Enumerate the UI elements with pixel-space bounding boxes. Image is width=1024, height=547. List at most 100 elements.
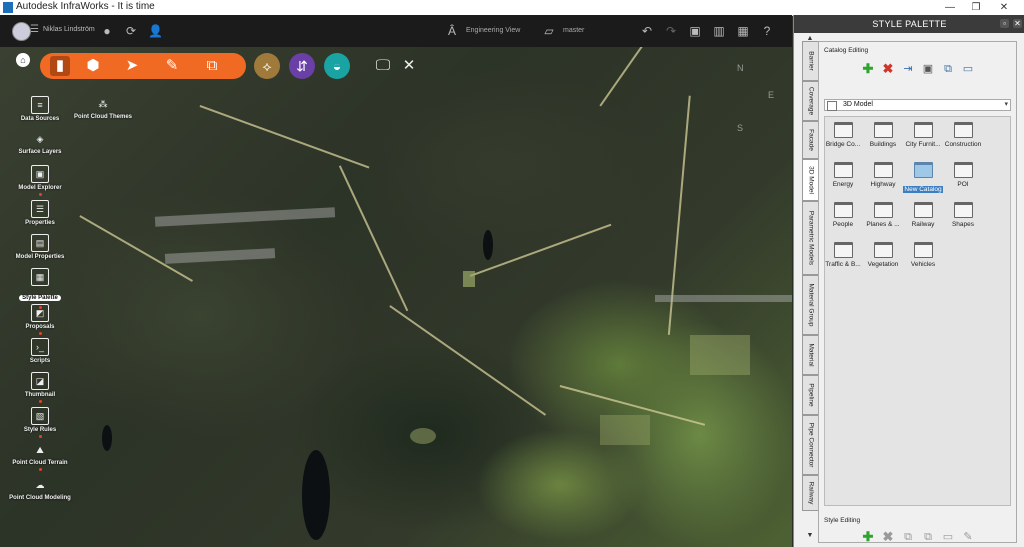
select-icon[interactable]: ➤ [122, 56, 142, 76]
create-icon[interactable]: ⬢ [83, 56, 103, 76]
infraworks-app-icon [3, 2, 13, 13]
roads-icon[interactable]: ⟡ [254, 53, 280, 79]
proposal-selector[interactable]: master [563, 27, 584, 34]
menu-icon[interactable]: ☰ [30, 24, 39, 35]
left-item-proposals[interactable]: ◩ Proposals [5, 304, 75, 335]
edit-style-icon[interactable]: ✎ [961, 530, 975, 544]
export-style-icon[interactable]: ▭ [941, 530, 955, 544]
left-item-point-cloud-modeling[interactable]: ☁ Point Cloud Modeling [5, 477, 75, 501]
delete-style-icon[interactable]: ✖ [881, 530, 895, 544]
copy-icon[interactable]: ⧉ [202, 56, 222, 76]
help-icon[interactable]: ? [760, 24, 774, 38]
delete-catalog-icon[interactable]: ✖ [881, 62, 895, 76]
tab-material[interactable]: Material [802, 335, 818, 375]
add-style-icon[interactable]: ✚ [861, 530, 875, 544]
grid-icon[interactable]: ▦ [736, 24, 750, 38]
settings-tools-icon[interactable]: ✕ [400, 57, 418, 75]
folder-label: Highway [870, 181, 896, 188]
user-avatar[interactable] [12, 22, 31, 41]
status-icon[interactable]: ● [100, 24, 114, 38]
design-icon[interactable]: ▮ [50, 56, 70, 76]
tab-railway[interactable]: Railway [802, 475, 818, 511]
copy-style-icon[interactable]: ⧉ [921, 530, 935, 544]
analyze-icon[interactable]: ⇵ [289, 53, 315, 79]
close-palette-icon[interactable]: ✕ [1013, 19, 1022, 28]
left-item-surface-layers[interactable]: ◈ Surface Layers [5, 131, 75, 155]
folder-item[interactable]: Shapes [943, 202, 983, 228]
book-icon[interactable]: ▥ [712, 24, 726, 38]
present-icon[interactable]: 🖵 [374, 57, 392, 75]
folder-item[interactable]: Highway [863, 162, 903, 188]
folder-item[interactable]: Energy [823, 162, 863, 188]
left-item-properties[interactable]: ☰ Properties [5, 200, 75, 226]
minimize-button[interactable]: — [936, 0, 964, 15]
left-item-style-palette[interactable]: ▦ Style Palette [5, 268, 75, 309]
folder-item[interactable]: Bridge Co... [823, 122, 863, 148]
save-icon[interactable]: ▣ [688, 24, 702, 38]
folder-label: Vehicles [910, 261, 936, 268]
tab-facade[interactable]: Facade [802, 121, 818, 159]
import-catalog-icon[interactable]: ⇥ [901, 62, 915, 76]
proposal-icon[interactable]: ▱ [542, 24, 556, 38]
catalog-type-dropdown[interactable]: 3D Model ▾ [824, 99, 1011, 111]
redo-icon[interactable]: ↷ [664, 24, 678, 38]
tab-label: Railway [807, 481, 814, 505]
left-item-style-rules[interactable]: ▧ Style Rules [5, 407, 75, 438]
field [463, 271, 475, 287]
tab-pipeline[interactable]: Pipeline [802, 375, 818, 415]
maximize-button[interactable]: ❐ [962, 0, 990, 15]
left-item-point-cloud-themes[interactable]: ⁂ Point Cloud Themes [68, 96, 138, 120]
map-road [389, 305, 547, 416]
folder-item[interactable]: POI [943, 162, 983, 188]
tab-material-group[interactable]: Material Group [802, 275, 818, 335]
copy-catalog-icon[interactable]: ⧉ [941, 62, 955, 76]
tab-scroll-down-icon[interactable]: ▼ [802, 531, 818, 541]
view-icon[interactable]: Â [445, 24, 459, 38]
left-item-data-sources[interactable]: ≡ Data Sources [5, 96, 75, 122]
tab-label: Facade [807, 129, 814, 151]
folder-item[interactable]: People [823, 202, 863, 228]
folder-label: Vegetation [867, 261, 899, 268]
folder-item[interactable]: Railway [903, 202, 943, 228]
folder-item[interactable]: Vehicles [903, 242, 943, 268]
folder-item[interactable]: Construction [943, 122, 983, 148]
tab-coverage[interactable]: Coverage [802, 81, 818, 121]
tab-3d-model[interactable]: 3D Model [802, 159, 818, 201]
close-window-button[interactable]: ✕ [990, 0, 1018, 15]
add-catalog-icon[interactable]: ✚ [861, 62, 875, 76]
undo-icon[interactable]: ↶ [640, 24, 654, 38]
import-style-icon[interactable]: ⧉ [901, 530, 915, 544]
lake [102, 425, 112, 451]
left-item-label: Style Palette [19, 295, 61, 301]
home-icon[interactable]: ⌂ [16, 53, 30, 67]
folder-icon [833, 202, 853, 218]
folder-item[interactable]: Traffic & B... [823, 242, 863, 268]
folder-item[interactable]: Vegetation [863, 242, 903, 268]
tab-pipe-connector[interactable]: Pipe Connector [802, 415, 818, 475]
export-catalog-icon[interactable]: ▭ [961, 62, 975, 76]
sketch-icon[interactable]: ✎ [162, 56, 182, 76]
left-item-scripts[interactable]: ›_ Scripts [5, 338, 75, 364]
terrain-icon: ⛰ [36, 445, 44, 455]
folder-item-selected[interactable]: New Catalog [903, 162, 943, 196]
folder-item[interactable]: City Furnit... [903, 122, 943, 148]
left-item-point-cloud-terrain[interactable]: ⛰ Point Cloud Terrain [5, 442, 75, 471]
tab-parametric-models[interactable]: Parametric Models [802, 201, 818, 275]
view-selector[interactable]: Engineering View [466, 27, 520, 34]
left-item-model-explorer[interactable]: ▣ Model Explorer [5, 165, 75, 196]
left-item-thumbnail[interactable]: ◪ Thumbnail [5, 372, 75, 403]
thumbnail-icon: ◪ [31, 372, 49, 390]
folder-item[interactable]: Buildings [863, 122, 903, 148]
tab-barrier[interactable]: Barrier [802, 41, 818, 81]
sun-icon[interactable]: ◒ [324, 53, 350, 79]
indicator-dot [38, 193, 42, 196]
sync-icon[interactable]: ⟳ [124, 24, 138, 38]
account-icon[interactable]: 👤 [148, 24, 163, 38]
left-item-model-properties[interactable]: ▤ Model Properties [5, 234, 75, 260]
indicator-dot [38, 400, 42, 403]
save-catalog-icon[interactable]: ▣ [921, 62, 935, 76]
folder-item[interactable]: Planes & ... [863, 202, 903, 228]
map-viewport[interactable]: N E S [0, 15, 792, 547]
chevron-down-icon: ▾ [1004, 101, 1008, 108]
dock-icon[interactable]: ▫ [1000, 19, 1009, 28]
